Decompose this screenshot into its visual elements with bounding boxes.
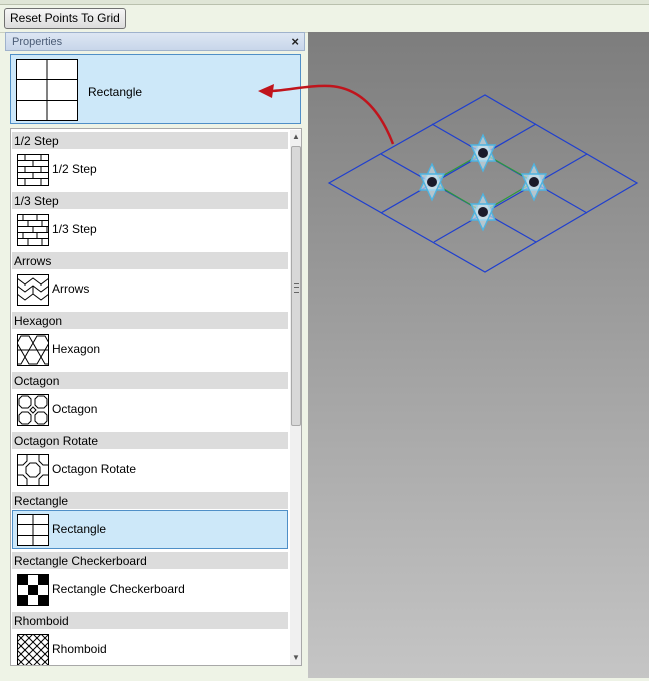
- octagon-rotate-pattern-icon: [17, 454, 49, 486]
- half-step-pattern-icon: [17, 154, 49, 186]
- panel-header: Properties ×: [5, 32, 305, 51]
- group-header-rectangle-checkerboard: Rectangle Checkerboard: [12, 552, 288, 569]
- panel-title: Properties: [12, 36, 63, 48]
- list-item-octagon-rotate[interactable]: Octagon Rotate: [12, 450, 288, 489]
- list-item-label: Rectangle Checkerboard: [52, 582, 185, 596]
- group-header-arrows: Arrows: [12, 252, 288, 269]
- group-header-octagon: Octagon: [12, 372, 288, 389]
- group-header-half-step: 1/2 Step: [12, 132, 288, 149]
- group-header-third-step: 1/3 Step: [12, 192, 288, 209]
- group-header-rhomboid: Rhomboid: [12, 612, 288, 629]
- list-item-label: 1/2 Step: [52, 162, 97, 176]
- third-step-pattern-icon: [17, 214, 49, 246]
- reset-points-to-grid-button[interactable]: Reset Points To Grid: [4, 8, 126, 29]
- group-header-octagon-rotate: Octagon Rotate: [12, 432, 288, 449]
- group-header-rectangle: Rectangle: [12, 492, 288, 509]
- list-item-rectangle[interactable]: Rectangle: [12, 510, 288, 549]
- list-item-label: Octagon Rotate: [52, 462, 137, 476]
- list-item-rhomboid[interactable]: Rhomboid: [12, 630, 288, 665]
- rectangle-pattern-icon: [16, 59, 78, 121]
- list-item-half-step[interactable]: 1/2 Step: [12, 150, 288, 189]
- list-item-label: 1/3 Step: [52, 222, 97, 236]
- list-item-label: Octagon: [52, 402, 98, 416]
- list-item-label: Arrows: [52, 282, 90, 296]
- close-icon[interactable]: ×: [291, 34, 299, 49]
- list-item-third-step[interactable]: 1/3 Step: [12, 210, 288, 249]
- list-item-label: Rhomboid: [52, 642, 107, 656]
- toolbar: Reset Points To Grid: [0, 0, 649, 33]
- control-point-right[interactable]: [520, 162, 548, 202]
- list-scrollbar[interactable]: ▲ ▼: [290, 130, 301, 665]
- annotation-arrow-icon: [258, 84, 395, 145]
- list-item-hexagon[interactable]: Hexagon: [12, 330, 288, 369]
- group-header-hexagon: Hexagon: [12, 312, 288, 329]
- rhomboid-pattern-icon: [17, 634, 49, 665]
- pattern-list[interactable]: 1/2 Step 1/2 Step 1/3 Step 1/3 Step Arro…: [10, 128, 302, 666]
- octagon-pattern-icon: [17, 394, 49, 426]
- scroll-thumb[interactable]: [291, 146, 301, 426]
- control-point-left[interactable]: [418, 162, 446, 202]
- list-item-rectangle-checkerboard[interactable]: Rectangle Checkerboard: [12, 570, 288, 609]
- grip-icon: [294, 283, 299, 293]
- scroll-down-arrow-icon[interactable]: ▼: [290, 651, 301, 665]
- toolbar-strip: [0, 0, 649, 5]
- arrows-pattern-icon: [17, 274, 49, 306]
- checkerboard-pattern-icon: [17, 574, 49, 606]
- control-point-bottom[interactable]: [469, 192, 497, 232]
- list-item-label: Hexagon: [52, 342, 101, 356]
- list-item-arrows[interactable]: Arrows: [12, 270, 288, 309]
- list-item-label: Rectangle: [52, 522, 107, 536]
- control-point-top[interactable]: [469, 133, 497, 173]
- selected-pattern-label: Rectangle: [88, 85, 143, 99]
- list-item-octagon[interactable]: Octagon: [12, 390, 288, 429]
- hexagon-pattern-icon: [17, 334, 49, 366]
- rectangle-pattern-icon: [17, 514, 49, 546]
